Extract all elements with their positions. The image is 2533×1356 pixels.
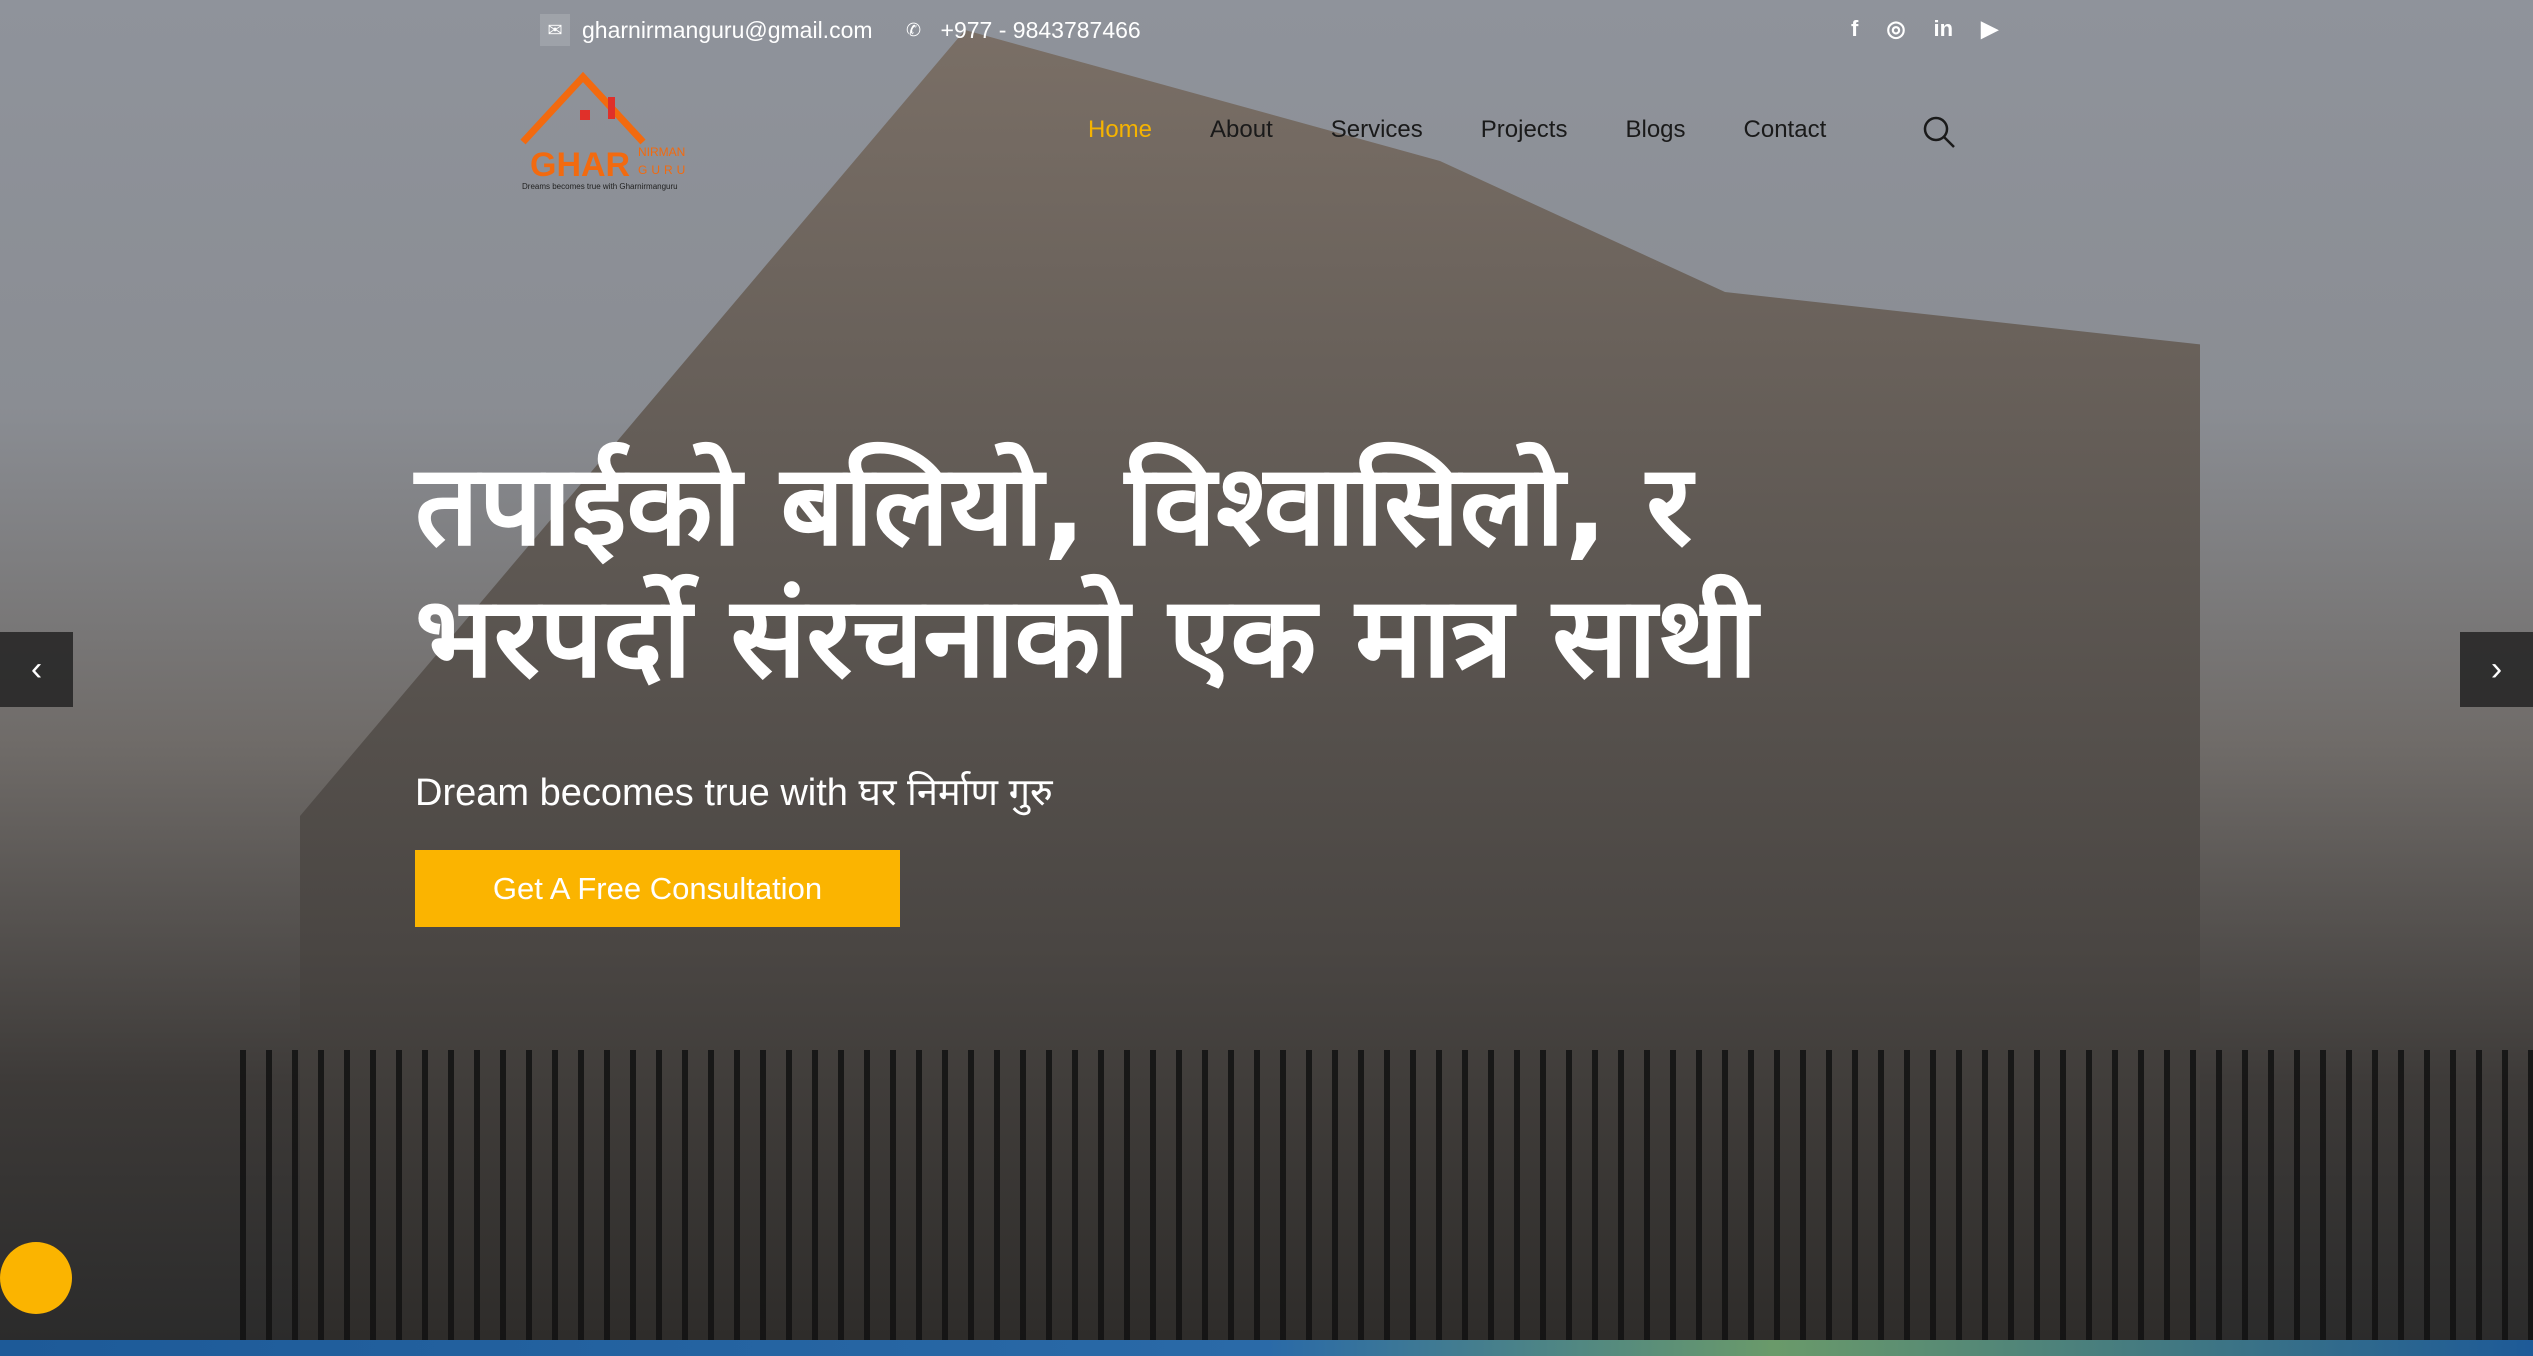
contact-bar: ✉ gharnirmanguru@gmail.com ✆ +977 - 9843… [540,14,1141,46]
hero-subtitle: Dream becomes true with घर निर्माण गुरु [415,772,1053,814]
nav-services[interactable]: Services [1331,116,1423,144]
linkedin-icon[interactable]: in [1934,16,1954,42]
phone-link[interactable]: +977 - 9843787466 [941,17,1141,44]
hero-title-line-1: तपाईको बलियो, विश्वासिलो, र [415,441,1693,571]
nav-home[interactable]: Home [1088,116,1152,144]
hero-title-line-2: भरपर्दो संरचनाको एक मात्र साथी [415,573,1758,703]
slider-prev-button[interactable]: ‹ [0,632,73,707]
facebook-icon[interactable]: f [1851,16,1858,42]
nav-about[interactable]: About [1210,116,1273,144]
email-link[interactable]: gharnirmanguru@gmail.com [582,17,873,44]
floating-action-button[interactable] [0,1242,72,1314]
free-consultation-button[interactable]: Get A Free Consultation [415,850,900,927]
search-icon[interactable] [1922,115,1956,149]
svg-text:NIRMAN: NIRMAN [638,145,685,159]
nav-projects[interactable]: Projects [1481,116,1568,144]
svg-text:GURU: GURU [638,163,689,177]
chevron-right-icon: › [2490,650,2503,688]
chevron-left-icon: ‹ [30,650,43,688]
next-section-edge [0,1340,2533,1356]
house-logo-icon: GHAR NIRMAN GURU Dreams becomes true wit… [520,71,689,191]
youtube-icon[interactable]: ▶ [1981,16,1998,42]
svg-text:Dreams becomes true with Gharn: Dreams becomes true with Gharnirmanguru [522,182,678,191]
svg-text:GHAR: GHAR [530,146,630,184]
instagram-icon[interactable]: ◎ [1886,16,1905,42]
envelope-icon: ✉ [540,14,570,46]
main-nav: Home About Services Projects Blogs Conta… [1088,116,1826,144]
hero-title: तपाईको बलियो, विश्वासिलो, र भरपर्दो संरच… [415,440,2115,704]
hero-fence-image [240,1050,2533,1340]
nav-blogs[interactable]: Blogs [1625,116,1685,144]
slider-next-button[interactable]: › [2460,632,2533,707]
social-links: f ◎ in ▶ [1851,16,1998,42]
nav-contact[interactable]: Contact [1744,116,1827,144]
phone-icon: ✆ [905,19,922,40]
logo[interactable]: GHAR NIRMAN GURU Dreams becomes true wit… [518,71,703,192]
